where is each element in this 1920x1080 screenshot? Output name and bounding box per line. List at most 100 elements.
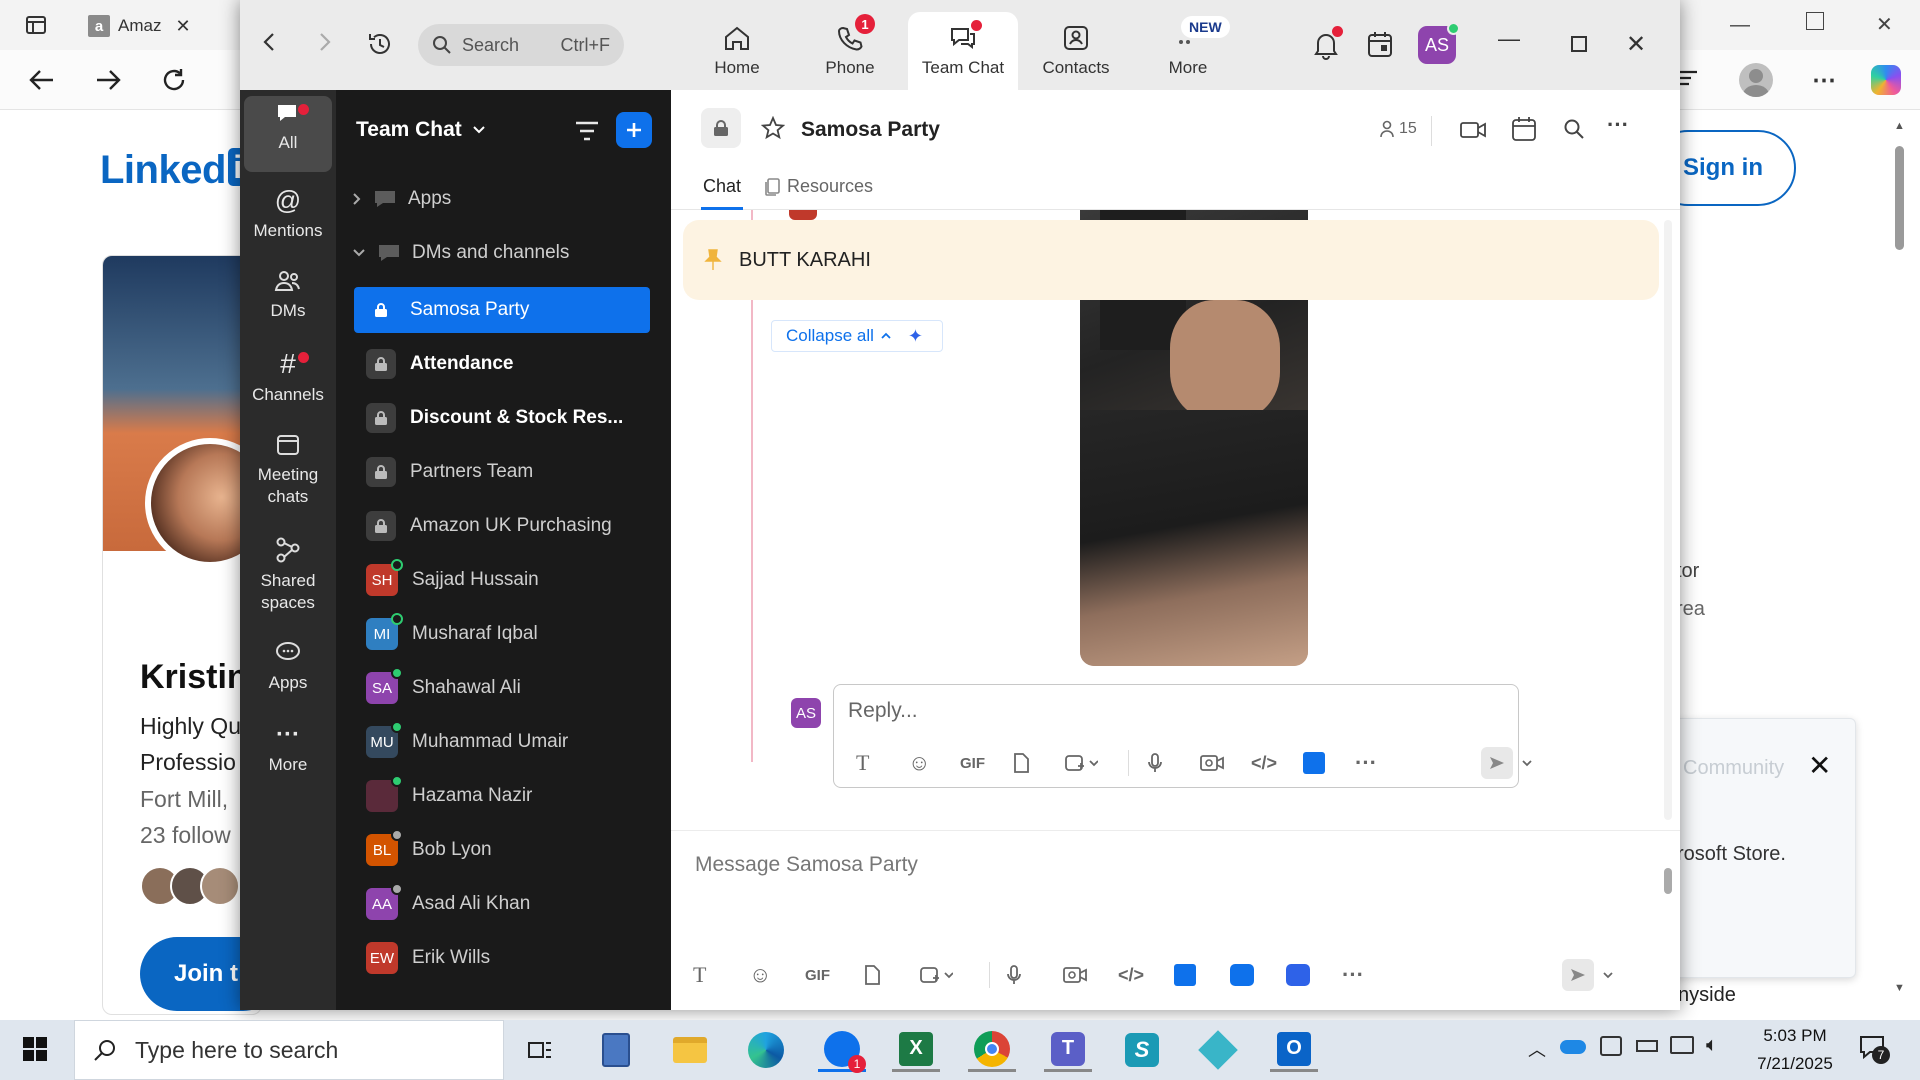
settings-menu-icon[interactable]: ⋯ bbox=[1804, 60, 1844, 100]
dm-sajjad-hussain[interactable]: SH Sajjad Hussain bbox=[354, 557, 650, 603]
schedule-icon[interactable] bbox=[1511, 116, 1537, 142]
rail-all[interactable]: All bbox=[244, 96, 332, 172]
dm-muhammad-umair[interactable]: MU Muhammad Umair bbox=[354, 719, 650, 765]
taskbar-search[interactable]: Type here to search bbox=[74, 1020, 504, 1080]
back-icon[interactable] bbox=[22, 60, 62, 100]
nav-contacts[interactable]: Contacts bbox=[1021, 12, 1131, 90]
video-call-icon[interactable] bbox=[1459, 120, 1487, 140]
send-options-icon[interactable] bbox=[1602, 971, 1622, 979]
popup-close-icon[interactable]: ✕ bbox=[1808, 749, 1831, 782]
tab-chat[interactable]: Chat bbox=[701, 176, 744, 210]
network-icon[interactable] bbox=[1670, 1036, 1694, 1054]
message-input[interactable]: Message Samosa Party bbox=[695, 853, 918, 877]
screenshot-icon[interactable] bbox=[919, 964, 989, 986]
channel-partners-team[interactable]: Partners Team bbox=[354, 449, 650, 495]
emoji-icon[interactable]: ☺ bbox=[749, 962, 805, 988]
microphone-icon[interactable] bbox=[1147, 752, 1199, 774]
send-options-icon[interactable] bbox=[1521, 759, 1541, 767]
nav-home[interactable]: Home bbox=[682, 12, 792, 90]
members-button[interactable]: 15 bbox=[1379, 120, 1417, 138]
chat-search-icon[interactable] bbox=[1563, 118, 1585, 140]
nav-more[interactable]: More NEW bbox=[1133, 12, 1243, 90]
security-tray-icon[interactable] bbox=[1600, 1036, 1622, 1056]
close-icon[interactable]: ✕ bbox=[1876, 12, 1893, 37]
nav-team-chat[interactable]: Team Chat bbox=[908, 12, 1018, 90]
forward-arrow-icon[interactable] bbox=[314, 30, 334, 54]
zoom-minimize-icon[interactable]: — bbox=[1498, 26, 1520, 52]
excel-icon[interactable]: X bbox=[892, 1028, 940, 1072]
app-s-icon[interactable]: S bbox=[1118, 1028, 1166, 1072]
channel-discount-stock[interactable]: Discount & Stock Res... bbox=[354, 395, 650, 441]
forward-icon[interactable] bbox=[88, 60, 128, 100]
whiteboard-icon[interactable] bbox=[1230, 964, 1286, 986]
clock-date[interactable]: 7/21/2025 bbox=[1750, 1054, 1840, 1074]
channel-amazon-uk[interactable]: Amazon UK Purchasing bbox=[354, 503, 650, 549]
notification-center-icon[interactable]: 7 bbox=[1858, 1034, 1890, 1064]
calendar-icon[interactable] bbox=[1366, 30, 1394, 60]
close-tab-icon[interactable]: ✕ bbox=[175, 16, 190, 37]
ai-sparkle-icon[interactable]: ✦ bbox=[908, 326, 923, 347]
calculator-icon[interactable] bbox=[592, 1028, 640, 1072]
chat-more-icon[interactable]: ··· bbox=[1607, 112, 1629, 138]
dm-hazama-nazir[interactable]: Hazama Nazir bbox=[354, 773, 650, 819]
back-arrow-icon[interactable] bbox=[260, 30, 280, 54]
gif-icon[interactable]: GIF bbox=[960, 755, 1012, 772]
more-options-icon[interactable]: ··· bbox=[1342, 962, 1562, 988]
refresh-icon[interactable] bbox=[154, 60, 194, 100]
star-icon[interactable] bbox=[761, 116, 785, 140]
reply-input[interactable]: Reply... bbox=[848, 699, 918, 723]
rail-dms[interactable]: DMs bbox=[244, 262, 332, 328]
user-avatar[interactable]: AS bbox=[1418, 22, 1460, 64]
zoom-search-input[interactable]: Search Ctrl+F bbox=[418, 24, 624, 66]
format-text-icon[interactable]: T bbox=[693, 962, 749, 988]
outlook-icon[interactable]: O bbox=[1270, 1028, 1318, 1072]
file-icon[interactable] bbox=[1012, 752, 1064, 774]
section-dms-channels[interactable]: DMs and channels bbox=[352, 242, 569, 264]
minimize-icon[interactable]: — bbox=[1730, 14, 1750, 37]
tab-actions-icon[interactable] bbox=[16, 5, 56, 45]
chrome-icon[interactable] bbox=[968, 1028, 1016, 1072]
rail-meeting-chats[interactable]: Meeting chats bbox=[244, 426, 332, 514]
microphone-icon[interactable] bbox=[1006, 964, 1062, 986]
rail-more[interactable]: ··· More bbox=[244, 716, 332, 782]
clock-time[interactable]: 5:03 PM bbox=[1750, 1026, 1840, 1046]
section-apps[interactable]: Apps bbox=[352, 188, 451, 210]
rail-channels[interactable]: # Channels bbox=[244, 344, 332, 412]
pinned-message[interactable]: BUTT KARAHI bbox=[683, 220, 1659, 300]
file-icon[interactable] bbox=[863, 964, 919, 986]
tray-chevron-icon[interactable]: ︿ bbox=[1528, 1036, 1546, 1062]
zoom-taskbar-icon[interactable]: 1 bbox=[818, 1028, 866, 1073]
channel-attendance[interactable]: Attendance bbox=[354, 341, 650, 387]
volume-icon[interactable]: 🔈︎ bbox=[1706, 1034, 1718, 1057]
app-diamond-icon[interactable] bbox=[1194, 1028, 1242, 1072]
notifications-bell-icon[interactable] bbox=[1312, 26, 1343, 60]
history-icon[interactable] bbox=[366, 30, 394, 58]
dm-shahawal-ali[interactable]: SA Shahawal Ali bbox=[354, 665, 650, 711]
copilot-icon[interactable] bbox=[1866, 60, 1906, 100]
chat-scrollbar[interactable] bbox=[1664, 220, 1672, 894]
notes-icon[interactable] bbox=[1303, 752, 1355, 774]
code-icon[interactable]: </> bbox=[1118, 965, 1174, 986]
new-chat-button[interactable] bbox=[616, 112, 652, 148]
channel-samosa-party[interactable]: Samosa Party bbox=[354, 287, 650, 333]
emoji-icon[interactable]: ☺ bbox=[908, 750, 960, 776]
edge-icon[interactable] bbox=[742, 1028, 790, 1072]
onedrive-icon[interactable] bbox=[1560, 1040, 1586, 1054]
reply-box[interactable]: Reply... T ☺ GIF </> ··· bbox=[833, 684, 1532, 788]
dm-musharaf-iqbal[interactable]: MI Musharaf Iqbal bbox=[354, 611, 650, 657]
notes-icon[interactable] bbox=[1174, 964, 1230, 986]
dm-bob-lyon[interactable]: BL Bob Lyon bbox=[354, 827, 650, 873]
video-message-icon[interactable] bbox=[1199, 753, 1251, 773]
tab-resources[interactable]: Resources bbox=[763, 176, 873, 197]
screenshot-icon[interactable] bbox=[1064, 752, 1128, 774]
restore-icon[interactable] bbox=[1806, 12, 1824, 30]
gif-icon[interactable]: GIF bbox=[805, 967, 863, 984]
browser-tab-amazon[interactable]: a Amaz ✕ bbox=[78, 8, 206, 44]
dm-erik-wills[interactable]: EW Erik Wills bbox=[354, 935, 650, 981]
battery-icon[interactable] bbox=[1636, 1040, 1658, 1052]
rail-shared-spaces[interactable]: Shared spaces bbox=[244, 530, 332, 620]
more-options-icon[interactable]: ··· bbox=[1355, 750, 1481, 776]
task-view-icon[interactable] bbox=[516, 1028, 564, 1072]
send-icon[interactable] bbox=[1481, 747, 1521, 779]
page-scrollbar[interactable]: ▲ ▼ bbox=[1892, 118, 1906, 998]
